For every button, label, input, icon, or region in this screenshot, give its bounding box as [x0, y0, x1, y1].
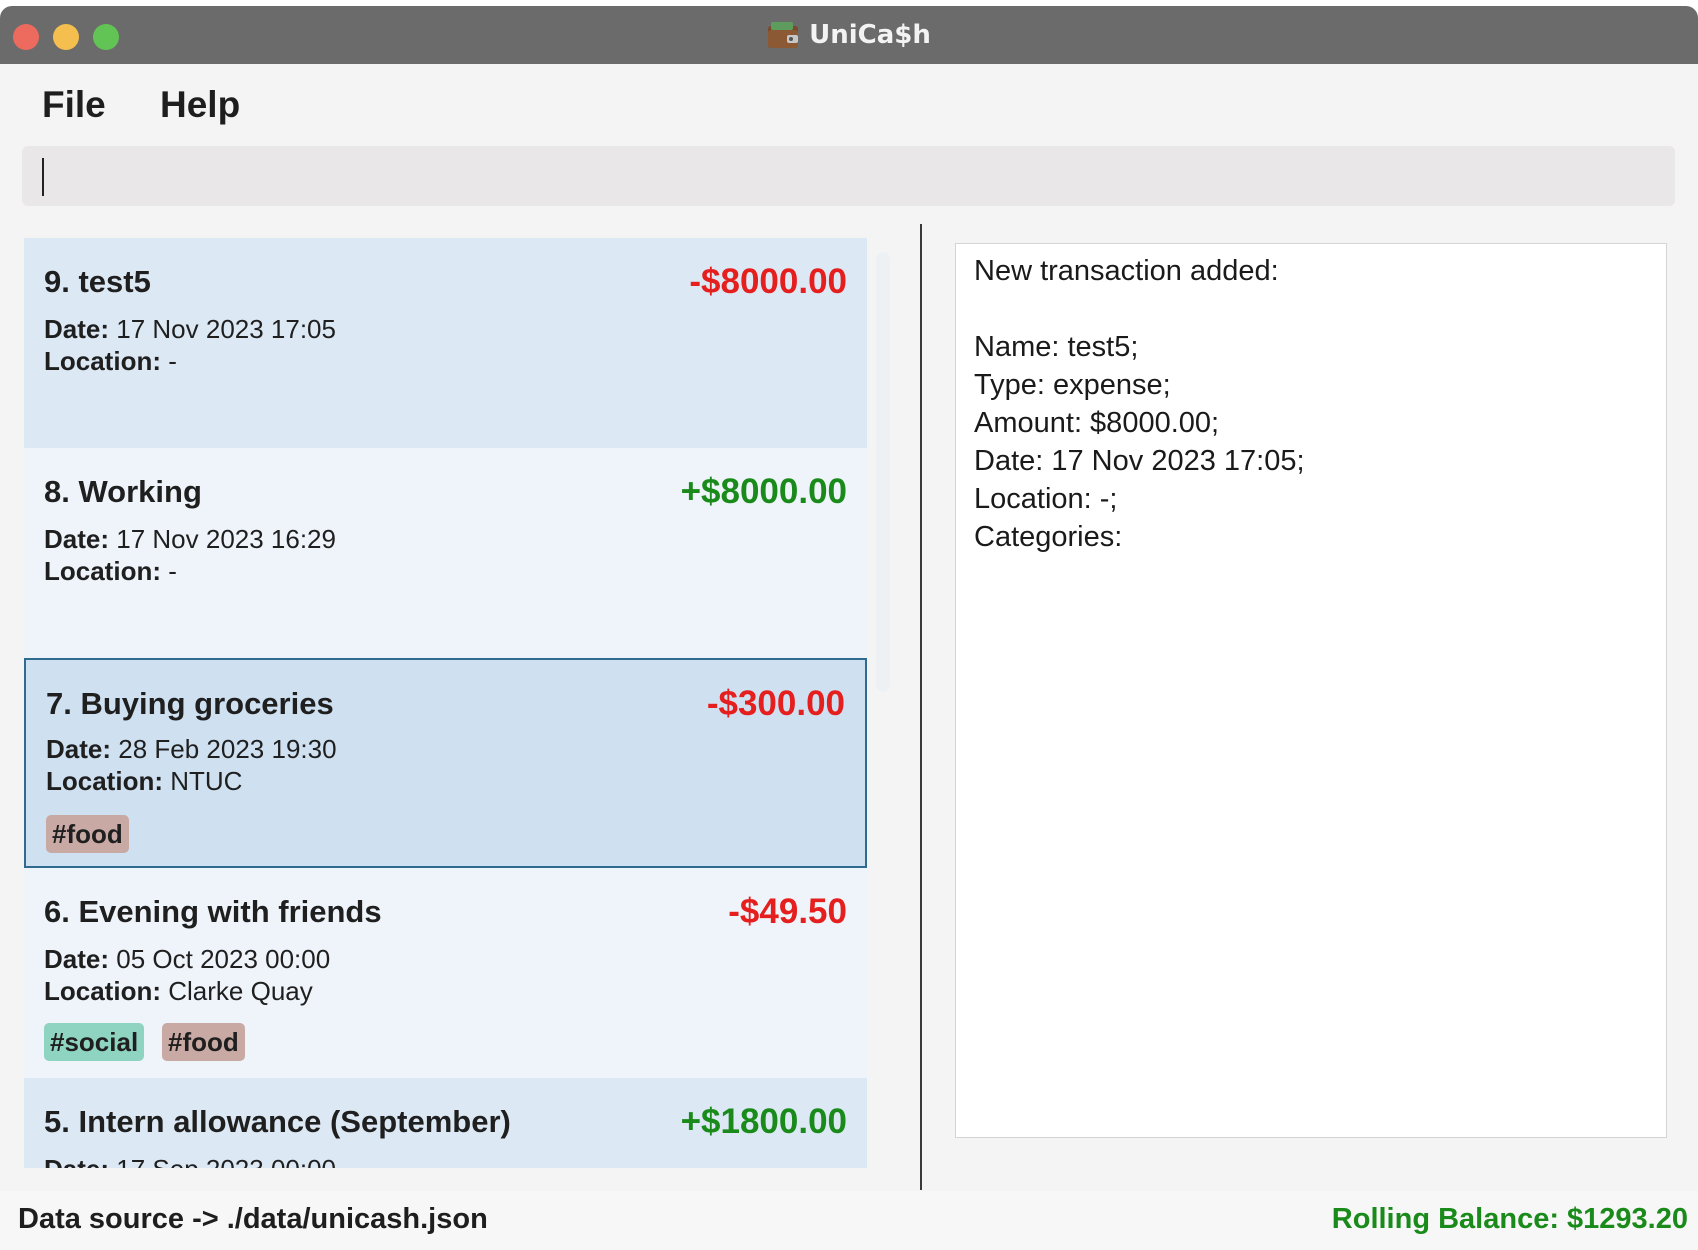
- transaction-date: 05 Oct 2023 00:00: [116, 944, 331, 974]
- transaction-location-row: Location: NTUC: [46, 766, 242, 797]
- app-window: UniCa$h File Help 9. test5 -$8000.00 Dat…: [0, 6, 1698, 1250]
- data-source-text: Data source -> ./data/unicash.json: [18, 1203, 488, 1235]
- result-line: New transaction added:: [974, 255, 1279, 287]
- transaction-location: Clarke Quay: [168, 976, 313, 1006]
- date-label: Date:: [44, 1154, 109, 1168]
- location-label: Location:: [44, 976, 161, 1006]
- location-label: Location:: [44, 346, 161, 376]
- transaction-amount: +$8000.00: [680, 472, 847, 511]
- transaction-date: 17 Nov 2023 17:05: [116, 314, 336, 344]
- transaction-name: 5. Intern allowance (September): [44, 1104, 511, 1139]
- category-tag: #food: [46, 815, 129, 853]
- status-bar: Data source -> ./data/unicash.json Rolli…: [0, 1191, 1698, 1250]
- result-line: Location: -;: [974, 483, 1118, 515]
- transaction-date-row: Date: 05 Oct 2023 00:00: [44, 944, 330, 975]
- transaction-card[interactable]: 5. Intern allowance (September) +$1800.0…: [24, 1078, 867, 1168]
- result-line: Date: 17 Nov 2023 17:05;: [974, 445, 1305, 477]
- transaction-date: 17 Sep 2023 00:00: [116, 1154, 336, 1168]
- transaction-name: 8. Working: [44, 474, 202, 509]
- menu-file[interactable]: File: [42, 84, 106, 126]
- rolling-balance-text: Rolling Balance: $1293.20: [1331, 1203, 1688, 1235]
- split-divider[interactable]: [920, 224, 922, 1190]
- window-title: UniCa$h: [809, 20, 931, 50]
- transaction-name: 9. test5: [44, 264, 151, 299]
- menu-bar: File Help: [0, 64, 1698, 144]
- transaction-location-row: Location: -: [44, 556, 177, 587]
- date-label: Date:: [44, 944, 110, 974]
- transaction-location-row: Location: Clarke Quay: [44, 976, 313, 1007]
- text-caret: [42, 158, 44, 196]
- command-input[interactable]: [22, 146, 1675, 206]
- date-label: Date:: [44, 524, 110, 554]
- result-display: New transaction added: Name: test5; Type…: [955, 243, 1667, 1138]
- transaction-date-row: Date: 28 Feb 2023 19:30: [46, 734, 337, 765]
- transaction-location: -: [168, 556, 177, 586]
- transaction-location: -: [168, 346, 177, 376]
- transaction-amount: -$300.00: [706, 684, 845, 723]
- menu-help[interactable]: Help: [160, 84, 240, 126]
- category-tag: #food: [162, 1023, 245, 1061]
- location-label: Location:: [46, 766, 163, 796]
- transaction-date: 28 Feb 2023 19:30: [118, 734, 337, 764]
- transaction-card[interactable]: 9. test5 -$8000.00 Date: 17 Nov 2023 17:…: [24, 238, 867, 448]
- result-line: Amount: $8000.00;: [974, 407, 1220, 439]
- list-scrollbar[interactable]: [876, 252, 890, 692]
- transaction-location: NTUC: [170, 766, 243, 796]
- title-bar: UniCa$h: [0, 6, 1698, 65]
- date-label: Date:: [44, 314, 110, 344]
- transaction-name: 7. Buying groceries: [46, 686, 334, 721]
- date-label: Date:: [46, 734, 112, 764]
- transaction-card[interactable]: 8. Working +$8000.00 Date: 17 Nov 2023 1…: [24, 448, 867, 658]
- transaction-name: 6. Evening with friends: [44, 894, 382, 929]
- transaction-date-row: Date: 17 Nov 2023 17:05: [44, 314, 336, 345]
- transaction-location-row: Location: -: [44, 346, 177, 377]
- result-line: Categories:: [974, 521, 1123, 553]
- transaction-date-row: Date: 17 Nov 2023 16:29: [44, 524, 336, 555]
- transaction-date: 17 Nov 2023 16:29: [116, 524, 336, 554]
- wallet-icon: [768, 22, 799, 48]
- category-tag: #social: [44, 1023, 145, 1061]
- transaction-amount: -$8000.00: [689, 262, 847, 301]
- location-label: Location:: [44, 556, 161, 586]
- result-line: Type: expense;: [974, 369, 1171, 401]
- transaction-card[interactable]: 6. Evening with friends -$49.50 Date: 05…: [24, 868, 867, 1078]
- result-line: [974, 290, 1648, 328]
- transaction-card-selected[interactable]: 7. Buying groceries -$300.00 Date: 28 Fe…: [24, 658, 867, 868]
- transaction-list[interactable]: 9. test5 -$8000.00 Date: 17 Nov 2023 17:…: [24, 238, 867, 1168]
- transaction-amount: +$1800.00: [680, 1102, 847, 1141]
- transaction-amount: -$49.50: [728, 892, 847, 931]
- result-line: Name: test5;: [974, 331, 1139, 363]
- transaction-date-row: Date: 17 Sep 2023 00:00: [44, 1154, 336, 1168]
